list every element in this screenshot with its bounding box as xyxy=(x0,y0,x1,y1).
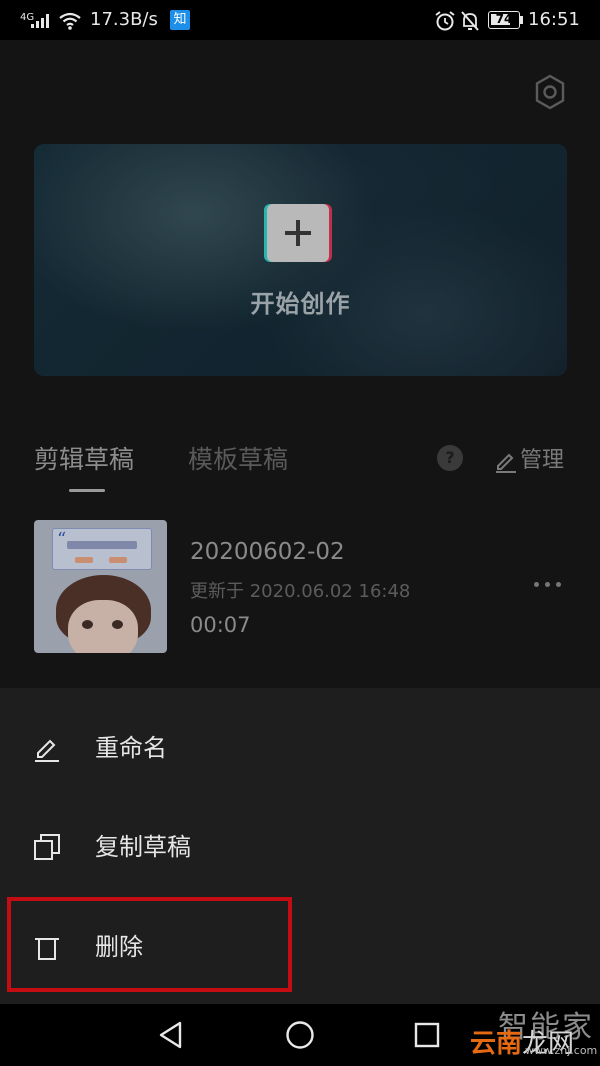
more-dots-icon[interactable] xyxy=(532,578,564,592)
bell-mute-icon xyxy=(461,11,479,31)
pencil-icon xyxy=(35,739,59,762)
watermark-brand-orange: 云南 xyxy=(470,1029,523,1059)
battery-icon: 74 xyxy=(488,11,520,29)
thumbnail-pill xyxy=(109,557,127,563)
manage-label: 管理 xyxy=(520,448,565,473)
gear-icon[interactable] xyxy=(532,72,568,112)
plus-icon xyxy=(267,204,329,262)
recents-icon[interactable] xyxy=(410,1018,444,1052)
network-speed: 17.3B/s xyxy=(90,9,158,30)
zhihu-badge: 知 xyxy=(170,10,190,30)
copy-draft-label: 复制草稿 xyxy=(95,833,191,861)
tab-template-drafts[interactable]: 模板草稿 xyxy=(188,444,288,476)
help-icon[interactable]: ? xyxy=(437,445,463,471)
battery-tip xyxy=(520,16,523,24)
rename-label: 重命名 xyxy=(95,734,167,762)
draft-thumbnail[interactable]: “ xyxy=(34,520,167,653)
start-creating-card[interactable]: 开始创作 xyxy=(34,144,567,376)
quote-mark: “ xyxy=(57,529,67,550)
start-creating-label: 开始创作 xyxy=(250,290,351,318)
draft-duration: 00:07 xyxy=(190,613,251,637)
thumbnail-banner: “ xyxy=(52,528,152,570)
plus-bar-vertical xyxy=(296,220,300,246)
alarm-icon xyxy=(435,11,455,31)
draft-updated-time: 更新于 2020.06.02 16:48 xyxy=(190,581,411,602)
thumbnail-face xyxy=(68,600,138,653)
thumbnail-text-line xyxy=(67,541,137,549)
wifi-icon xyxy=(59,12,81,30)
copy-draft-option[interactable]: 复制草稿 xyxy=(0,802,600,892)
home-icon[interactable] xyxy=(283,1018,317,1052)
active-tab-indicator xyxy=(69,489,105,492)
status-bar: 4G 17.3B/s 知 74 16:51 xyxy=(0,0,600,40)
watermark-url: www.znj.com xyxy=(525,1044,598,1057)
thumbnail-eye xyxy=(82,620,93,629)
rename-option[interactable]: 重命名 xyxy=(0,703,600,793)
clock: 16:51 xyxy=(528,9,580,30)
battery-level: 74 xyxy=(495,12,513,26)
back-icon[interactable] xyxy=(155,1018,189,1052)
signal-icon xyxy=(31,14,49,28)
thumbnail-pill xyxy=(75,557,93,563)
draft-title: 20200602-02 xyxy=(190,539,345,565)
thumbnail-eye xyxy=(112,620,123,629)
delete-highlight-box xyxy=(7,897,292,992)
copy-icon xyxy=(34,834,60,860)
tab-edit-drafts[interactable]: 剪辑草稿 xyxy=(34,444,134,476)
pencil-icon xyxy=(496,453,516,473)
